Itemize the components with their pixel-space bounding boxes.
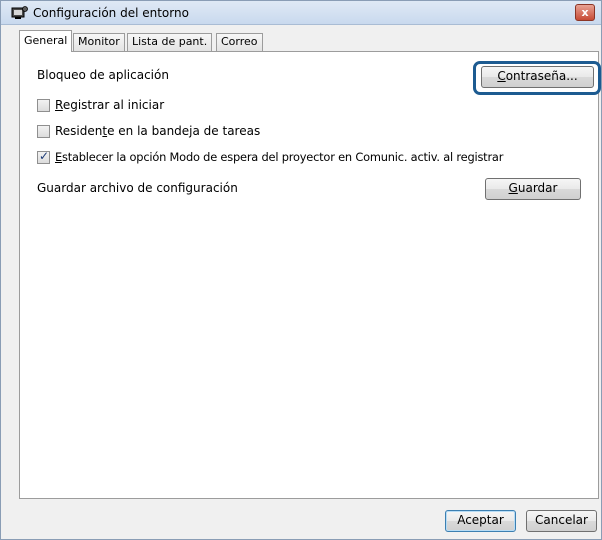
password-button[interactable]: Contraseña... [481,66,594,88]
register-on-start-label[interactable]: Registrar al iniciar [55,98,164,112]
projector-settings-icon [11,6,28,19]
tab-monitor[interactable]: Monitor [73,33,125,51]
save-config-label: Guardar archivo de configuración [37,181,238,195]
tab-mail[interactable]: Correo [216,33,263,51]
register-on-start-checkbox[interactable] [37,99,50,112]
ok-button[interactable]: Aceptar [445,510,516,532]
close-icon: x [581,6,589,19]
standby-option-checkbox[interactable] [37,149,50,164]
cancel-button[interactable]: Cancelar [526,510,597,532]
tray-resident-label[interactable]: Residente en la bandeja de tareas [55,124,260,138]
tray-resident-checkbox[interactable] [37,125,50,138]
save-config-button[interactable]: Guardar [485,178,581,200]
title-bar[interactable]: Configuración del entorno x [1,1,601,25]
general-tab-panel [19,51,599,499]
app-lock-label: Bloqueo de aplicación [37,68,169,82]
window-title: Configuración del entorno [33,6,189,20]
settings-window: Configuración del entorno x General Moni… [0,0,602,540]
tab-general[interactable]: General [19,30,73,52]
standby-option-label[interactable]: Establecer la opción Modo de espera del … [55,150,503,164]
tab-screen-list[interactable]: Lista de pant. [127,33,213,51]
close-button[interactable]: x [575,4,595,21]
